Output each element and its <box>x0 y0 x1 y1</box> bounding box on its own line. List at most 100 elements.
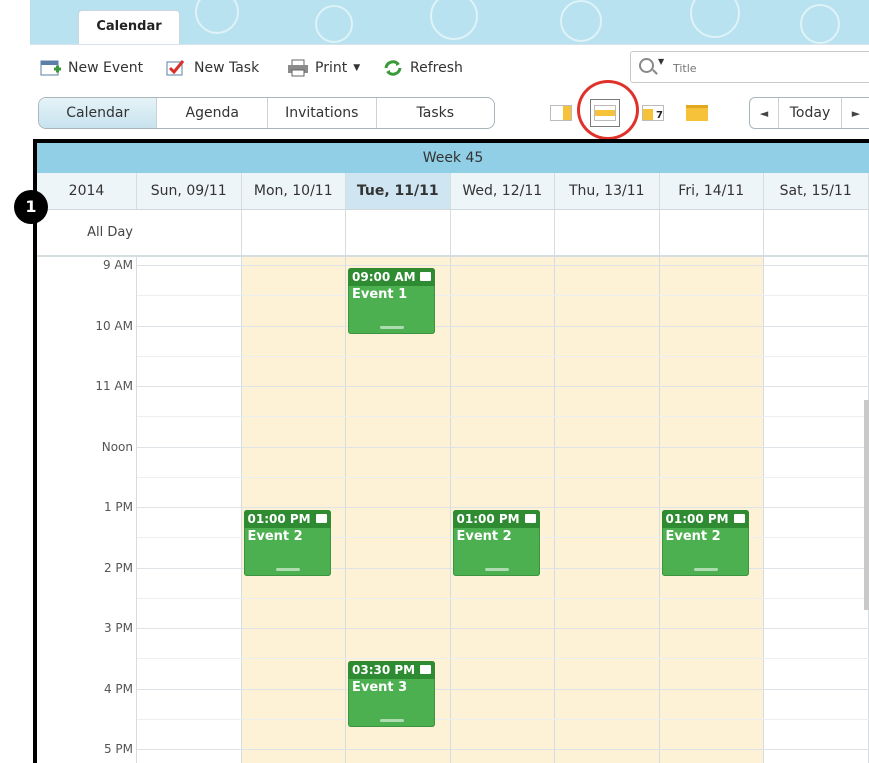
view-tabs: Calendar Agenda Invitations Tasks <box>38 97 495 129</box>
calendar-event[interactable]: 01:00 PM Event 2 <box>452 510 540 576</box>
day-header[interactable]: Sun, 09/11 <box>137 173 242 209</box>
year-label: 2014 <box>37 173 137 209</box>
refresh-button[interactable]: Refresh <box>382 57 463 79</box>
week-label: Week 45 <box>37 143 869 173</box>
hour-line <box>137 386 869 387</box>
all-day-label: All Day <box>87 225 133 240</box>
event-resize-handle[interactable] <box>380 719 404 723</box>
all-day-cell[interactable] <box>346 210 451 255</box>
workweek-view-button[interactable]: 7 <box>638 99 668 127</box>
hour-line <box>137 749 869 750</box>
svg-text:7: 7 <box>656 110 663 121</box>
tab-agenda[interactable]: Agenda <box>157 98 268 128</box>
event-details-icon[interactable] <box>315 514 327 523</box>
workweek-view-icon: 7 <box>642 105 664 121</box>
calendar-event[interactable]: 01:00 PM Event 2 <box>661 510 749 576</box>
chevron-down-icon: ▼ <box>353 63 361 73</box>
hour-line <box>137 325 869 327</box>
banner-flower-decoration <box>560 0 602 42</box>
calendar-event[interactable]: 09:00 AM Event 1 <box>348 268 435 334</box>
event-time-text: 01:00 PM <box>456 512 520 526</box>
time-label: 9 AM <box>102 258 133 272</box>
event-details-icon[interactable] <box>420 272 431 281</box>
day-header[interactable]: Sat, 15/11 <box>764 173 869 209</box>
refresh-label: Refresh <box>410 60 463 76</box>
hour-line <box>137 507 869 508</box>
week-calendar: Week 45 2014 Sun, 09/11 Mon, 10/11 Tue, 11… <box>33 139 869 763</box>
event-time: 01:00 PM <box>243 510 331 528</box>
new-event-icon <box>40 59 62 77</box>
new-event-button[interactable]: New Event <box>40 57 143 79</box>
print-label: Print <box>315 60 348 76</box>
calendar-event[interactable]: 03:30 PM Event 3 <box>348 661 435 728</box>
event-time: 09:00 AM <box>348 268 435 286</box>
event-title: Event 2 <box>247 529 303 544</box>
tab-invitations[interactable]: Invitations <box>268 98 377 128</box>
previous-arrow-icon[interactable]: ◄ <box>750 98 778 128</box>
day-header[interactable]: Mon, 10/11 <box>242 173 346 209</box>
time-grid: 9 AM 10 AM 11 AM Noon 1 PM 2 PM 3 PM 4 PM 5 PM 09… <box>37 257 869 763</box>
event-details-icon[interactable] <box>733 514 745 523</box>
all-day-cell[interactable] <box>660 210 764 255</box>
search-options-caret-icon[interactable]: ▼ <box>658 57 664 66</box>
event-resize-handle[interactable] <box>275 568 300 571</box>
event-details-icon[interactable] <box>420 665 431 675</box>
event-time-text: 03:30 PM <box>352 663 416 678</box>
next-arrow-icon[interactable]: ► <box>842 98 869 128</box>
day-header[interactable]: Wed, 12/11 <box>451 173 555 209</box>
refresh-icon <box>382 59 404 77</box>
event-title: Event 2 <box>665 529 721 544</box>
day-column[interactable] <box>764 257 869 763</box>
app-banner: Calendar <box>30 0 869 44</box>
event-title: Event 1 <box>352 287 408 302</box>
day-column[interactable] <box>137 257 242 763</box>
half-hour-line <box>137 658 869 660</box>
event-details-icon[interactable] <box>524 514 536 523</box>
month-view-button[interactable] <box>682 99 712 127</box>
event-time-text: 01:00 PM <box>665 512 729 526</box>
time-label: 2 PM <box>103 560 133 575</box>
half-hour-line <box>137 295 869 297</box>
event-title: Event 3 <box>352 680 408 696</box>
time-label: 11 AM <box>95 379 133 393</box>
event-time: 01:00 PM <box>452 510 540 528</box>
vertical-scrollbar[interactable] <box>864 400 869 610</box>
all-day-cell[interactable] <box>137 210 242 255</box>
app-tab-calendar[interactable]: Calendar <box>78 10 180 44</box>
print-button[interactable]: Print ▼ <box>287 57 360 79</box>
time-label: 5 PM <box>103 742 133 756</box>
day-header[interactable]: Fri, 14/11 <box>660 173 764 209</box>
event-time-text: 09:00 AM <box>352 270 416 284</box>
event-resize-handle[interactable] <box>380 326 404 329</box>
tab-tasks[interactable]: Tasks <box>377 98 494 128</box>
new-task-button[interactable]: New Task <box>166 57 259 79</box>
half-hour-line <box>137 416 869 418</box>
step-number-badge: 1 <box>14 190 48 224</box>
hour-line <box>137 688 869 690</box>
calendar-event[interactable]: 01:00 PM Event 2 <box>243 510 331 576</box>
new-task-label: New Task <box>194 60 260 76</box>
week-view-button[interactable] <box>590 99 620 127</box>
half-hour-line <box>137 355 869 357</box>
time-label: Noon <box>101 439 133 454</box>
time-label: 4 PM <box>103 681 133 696</box>
banner-flower-decoration <box>800 4 840 44</box>
event-time-text: 01:00 PM <box>247 512 311 526</box>
event-time: 03:30 PM <box>348 661 435 680</box>
all-day-cell[interactable] <box>764 210 869 255</box>
tab-calendar[interactable]: Calendar <box>39 98 158 128</box>
search-box[interactable]: ▼ <box>630 51 869 83</box>
all-day-cell[interactable] <box>555 210 660 255</box>
all-day-cell[interactable] <box>451 210 555 255</box>
event-time: 01:00 PM <box>661 510 749 528</box>
event-resize-handle[interactable] <box>693 568 718 571</box>
day-column[interactable] <box>555 257 660 763</box>
toolbar: New Event New Task Print ▼ Refresh ▼ <box>30 44 869 91</box>
today-button[interactable]: Today <box>778 98 842 128</box>
day-view-button[interactable] <box>546 99 576 127</box>
day-header[interactable]: Thu, 13/11 <box>555 173 660 209</box>
all-day-cell[interactable] <box>242 210 346 255</box>
search-input[interactable] <box>671 58 855 78</box>
event-resize-handle[interactable] <box>484 568 509 571</box>
day-header[interactable]: Tue, 11/11 <box>346 173 451 209</box>
